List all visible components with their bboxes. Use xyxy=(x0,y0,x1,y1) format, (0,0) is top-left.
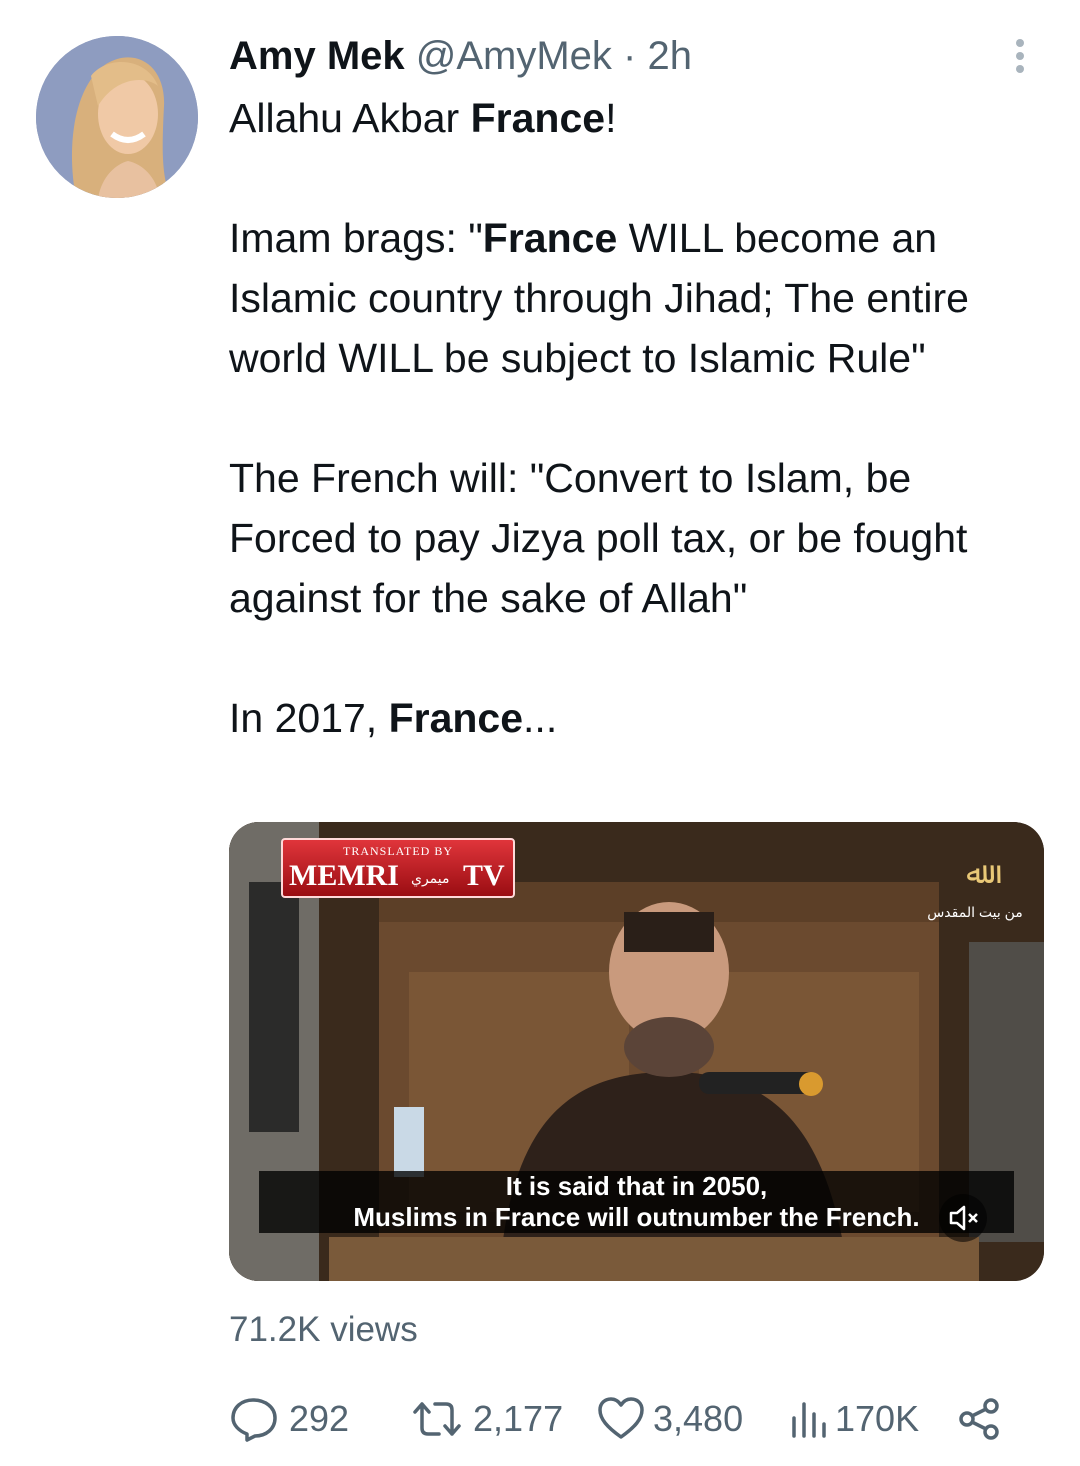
text-segment: Allahu Akbar xyxy=(229,95,471,141)
memri-name: MEMRI xyxy=(289,859,399,892)
text-bold-segment: France xyxy=(388,695,524,741)
tweet-header: Amy Mek @AmyMek · 2h xyxy=(229,32,692,80)
retweet-count: 2,177 xyxy=(473,1398,564,1439)
share-button[interactable] xyxy=(957,1394,1003,1444)
author-avatar[interactable] xyxy=(36,36,198,198)
tweet-text: Allahu Akbar France! Imam brags: "France… xyxy=(229,88,1049,748)
more-icon[interactable] xyxy=(1005,34,1035,74)
like-icon xyxy=(597,1394,645,1444)
retweet-icon xyxy=(409,1394,465,1444)
video-subtitle: It is said that in 2050, Muslims in Fran… xyxy=(259,1171,1014,1233)
channel-calligraphy-icon: ﷲ xyxy=(966,857,984,890)
subtitle-line: Muslims in France will outnumber the Fre… xyxy=(353,1202,920,1232)
tweet-paragraph-2: Imam brags: "France WILL become an Islam… xyxy=(229,208,1049,388)
channel-subtitle: من بيت المقدس xyxy=(927,904,1023,920)
analytics-icon xyxy=(789,1394,827,1444)
tweet-paragraph-4: In 2017, France... xyxy=(229,688,1049,748)
channel-logo: ﷲ من بيت المقدس xyxy=(920,844,1030,934)
reply-count: 292 xyxy=(289,1398,350,1439)
reply-button[interactable]: 292 xyxy=(229,1394,349,1444)
text-bold-segment: France xyxy=(470,95,606,141)
memri-tv-logo: TRANSLATED BY MEMRI ميمري TV xyxy=(281,838,515,898)
action-bar: 292 2,177 3,480 170K xyxy=(229,1394,1019,1444)
show-more-ellipsis[interactable]: ... xyxy=(523,695,557,741)
like-button[interactable]: 3,480 xyxy=(597,1394,743,1444)
subtitle-line: It is said that in 2050, xyxy=(505,1171,768,1201)
reply-icon xyxy=(229,1394,281,1444)
text-segment: ! xyxy=(605,95,617,141)
memri-translated-by: TRANSLATED BY xyxy=(342,844,453,858)
retweet-button[interactable]: 2,177 xyxy=(409,1394,563,1444)
like-count: 3,480 xyxy=(653,1398,744,1439)
analytics-button[interactable]: 170K xyxy=(789,1394,919,1444)
mute-icon[interactable] xyxy=(939,1194,987,1242)
share-icon xyxy=(957,1394,1003,1444)
author-name[interactable]: Amy Mek xyxy=(229,34,405,78)
video-player[interactable]: TRANSLATED BY MEMRI ميمري TV ﷲ من بيت ال… xyxy=(229,822,1044,1281)
author-handle[interactable]: @AmyMek xyxy=(416,34,612,78)
tweet-paragraph-3: The French will: "Convert to Islam, be F… xyxy=(229,455,968,621)
memri-tv: TV xyxy=(463,859,505,892)
memri-arabic: ميمري xyxy=(411,870,450,886)
view-count: 71.2K views xyxy=(229,1310,418,1349)
tweet-line-1: Allahu Akbar France! xyxy=(229,88,1049,148)
text-segment: Imam brags: " xyxy=(229,215,483,261)
analytics-count: 170K xyxy=(835,1398,920,1439)
separator-dot: · xyxy=(623,34,637,78)
text-bold-segment: France xyxy=(482,215,618,261)
text-segment: In 2017, xyxy=(229,695,389,741)
timestamp[interactable]: 2h xyxy=(648,34,693,78)
